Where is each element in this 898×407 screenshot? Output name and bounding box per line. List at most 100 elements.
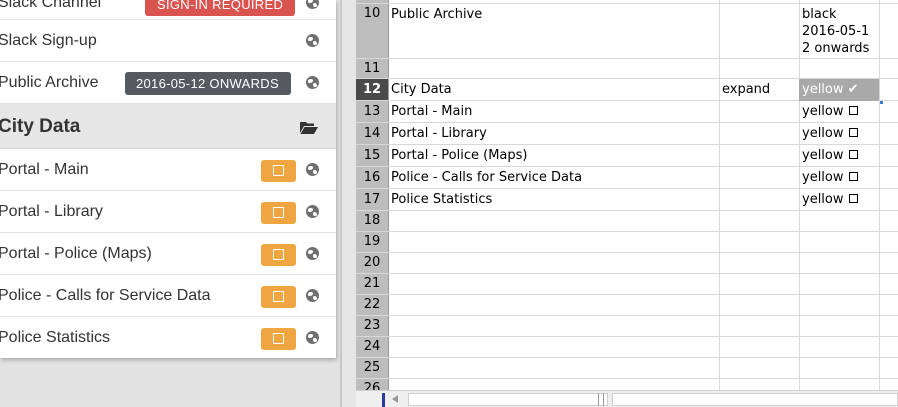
cell-a[interactable]: Portal - Main: [391, 104, 472, 119]
globe-icon[interactable]: [306, 34, 319, 47]
checkbox-icon[interactable]: [848, 106, 858, 115]
toggle-button[interactable]: [261, 328, 296, 350]
list-item-slack-signup[interactable]: Slack Sign-up: [0, 20, 336, 62]
table-row[interactable]: 25: [356, 358, 898, 379]
cell-a[interactable]: City Data: [391, 82, 452, 97]
table-row[interactable]: 14 Portal - Library yellow: [356, 123, 898, 145]
toggle-button[interactable]: [261, 286, 296, 308]
cell-c[interactable]: yellow: [802, 192, 858, 207]
list-item-label: Slack Channel: [0, 0, 102, 11]
table-row[interactable]: 19: [356, 232, 898, 253]
table-row[interactable]: 15 Portal - Police (Maps) yellow: [356, 145, 898, 167]
row-number-active: 12: [356, 79, 388, 100]
cell-c-text: yellow: [802, 126, 844, 141]
checkbox-icon[interactable]: [848, 172, 858, 181]
cell-a[interactable]: Police Statistics: [391, 192, 492, 207]
list-item-public-archive[interactable]: Public Archive 2016-05-12 ONWARDS: [0, 62, 336, 104]
scrollbar-thumb[interactable]: [408, 393, 608, 406]
list-item-police-statistics[interactable]: Police Statistics: [0, 317, 336, 358]
square-icon: [273, 207, 284, 218]
table-row[interactable]: 20: [356, 253, 898, 274]
cell-a[interactable]: Public Archive: [391, 7, 482, 22]
row-number: 17: [363, 192, 381, 207]
row-number: 25: [363, 360, 381, 375]
square-icon: [273, 165, 284, 176]
globe-icon[interactable]: [306, 0, 319, 9]
globe-icon[interactable]: [306, 247, 319, 260]
list-item-portal-police-maps[interactable]: Portal - Police (Maps): [0, 233, 336, 275]
folder-open-icon[interactable]: [300, 121, 318, 134]
row-number: 23: [363, 318, 381, 333]
cell-a[interactable]: Portal - Police (Maps): [391, 148, 528, 163]
cell-c[interactable]: yellow: [802, 126, 858, 141]
toggle-button[interactable]: [261, 202, 296, 224]
table-row[interactable]: 24: [356, 337, 898, 358]
row-number: 19: [363, 234, 381, 249]
list-item-label: Police - Calls for Service Data: [0, 287, 211, 304]
square-icon: [273, 291, 284, 302]
row-number: 14: [363, 126, 381, 141]
cell-c-text: yellow: [802, 192, 844, 207]
date-range-badge: 2016-05-12 ONWARDS: [125, 72, 291, 95]
section-header-city-data[interactable]: City Data: [0, 104, 336, 149]
cell-c[interactable]: yellow: [802, 104, 858, 119]
pane-divider[interactable]: [340, 0, 342, 407]
sign-in-required-badge: SIGN-IN REQUIRED: [145, 0, 296, 16]
table-row[interactable]: 11: [356, 59, 898, 79]
globe-icon[interactable]: [306, 331, 319, 344]
list-item-label: Public Archive: [0, 74, 99, 91]
sheet-position-marker: [382, 393, 385, 407]
table-row[interactable]: 26: [356, 379, 898, 390]
row-number: 24: [363, 339, 381, 354]
table-row[interactable]: 10 Public Archive black 2016-05-1 2 onwa…: [356, 4, 898, 59]
row-number: 13: [363, 104, 381, 119]
row-number: 21: [363, 276, 381, 291]
globe-icon[interactable]: [306, 76, 319, 89]
cell-b[interactable]: expand: [722, 82, 770, 97]
cell-c-line[interactable]: black: [802, 7, 837, 22]
list-item-label: Slack Sign-up: [0, 32, 97, 49]
list-item-portal-library[interactable]: Portal - Library: [0, 191, 336, 233]
square-icon: [273, 333, 284, 344]
toggle-button[interactable]: [261, 160, 296, 182]
cell-c: yellow ✔: [802, 82, 859, 97]
table-row[interactable]: 18: [356, 211, 898, 232]
checkbox-icon[interactable]: [848, 128, 858, 137]
row-number: 18: [363, 213, 381, 228]
cell-a[interactable]: Police - Calls for Service Data: [391, 170, 582, 185]
scrollbar-grip[interactable]: [598, 393, 604, 406]
row-number: 22: [363, 297, 381, 312]
row-number: 10: [363, 6, 381, 21]
globe-icon[interactable]: [306, 163, 319, 176]
selected-cell[interactable]: yellow ✔: [799, 79, 879, 101]
row-number: 11: [363, 61, 381, 76]
globe-icon[interactable]: [306, 289, 319, 302]
globe-icon[interactable]: [306, 205, 319, 218]
cell-c[interactable]: yellow: [802, 170, 858, 185]
horizontal-scrollbar[interactable]: [356, 390, 898, 407]
row-number: 16: [363, 170, 381, 185]
list-item-police-calls[interactable]: Police - Calls for Service Data: [0, 275, 336, 317]
table-row[interactable]: 16 Police - Calls for Service Data yello…: [356, 167, 898, 189]
cell-a[interactable]: Portal - Library: [391, 126, 487, 141]
cell-c[interactable]: yellow: [802, 148, 858, 163]
spreadsheet-grid[interactable]: 10 Public Archive black 2016-05-1 2 onwa…: [356, 0, 898, 390]
list-item-label: Portal - Library: [0, 203, 103, 220]
row-number: 15: [363, 148, 381, 163]
table-row[interactable]: 13 Portal - Main yellow: [356, 101, 898, 123]
list-item-label: Portal - Main: [0, 161, 89, 178]
table-row[interactable]: 23: [356, 316, 898, 337]
table-row[interactable]: 17 Police Statistics yellow: [356, 189, 898, 211]
list-item-portal-main[interactable]: Portal - Main: [0, 149, 336, 191]
link-list-panel: Slack Channel SIGN-IN REQUIRED Slack Sig…: [0, 0, 336, 358]
scroll-left-arrow-icon[interactable]: [388, 392, 404, 407]
table-row[interactable]: 21: [356, 274, 898, 295]
checkbox-icon[interactable]: [848, 194, 858, 203]
table-row[interactable]: 22: [356, 295, 898, 316]
list-item-slack-channel[interactable]: Slack Channel SIGN-IN REQUIRED: [0, 0, 336, 20]
cell-c-line[interactable]: 2016-05-1: [802, 24, 869, 39]
cell-c-line[interactable]: 2 onwards: [802, 41, 869, 56]
toggle-button[interactable]: [261, 244, 296, 266]
checkbox-icon[interactable]: [848, 150, 858, 159]
scrollbar-track[interactable]: [612, 393, 898, 406]
